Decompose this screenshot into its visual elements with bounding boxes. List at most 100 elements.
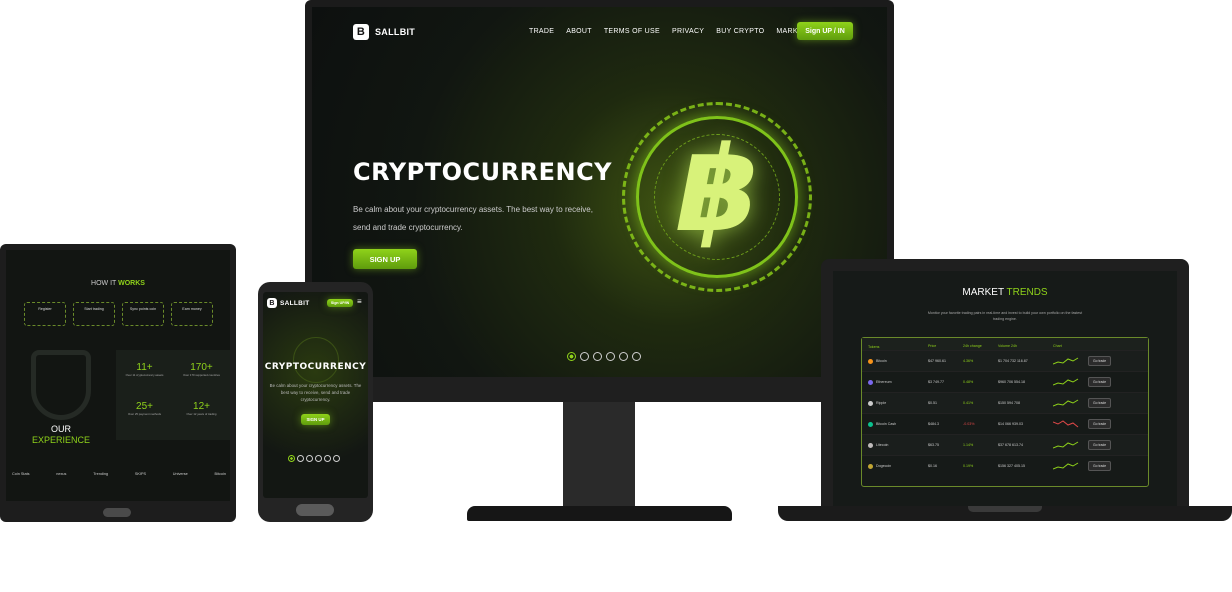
logo-mark-icon: B (353, 24, 369, 40)
nav-buy-crypto[interactable]: BUY CRYPTO (716, 28, 764, 35)
go-trade-button[interactable]: Go trade (1088, 440, 1112, 450)
title-part: MARKET (962, 287, 1007, 298)
token-cell: Bitcoin Cash (868, 421, 928, 427)
price-cell: $484.3 (928, 422, 939, 426)
stat-label: Over 11 cryptocurrency assets (125, 373, 164, 377)
nav-privacy[interactable]: PRIVACY (672, 28, 704, 35)
stats-grid: 11+ Over 11 cryptocurrency assets 170+ Ove… (116, 350, 230, 440)
stat-value: 12+ (193, 401, 210, 412)
phone-device: B SALLBIT Sign UP/IN ≡ CRYPTOCURRENCY Be… (258, 282, 373, 522)
carousel-dot[interactable] (619, 352, 628, 361)
partners-row: Coin Stats nexus Trending SKIPS Universe… (12, 472, 226, 476)
go-trade-button[interactable]: Go trade (1088, 377, 1112, 387)
go-trade-button[interactable]: Go trade (1088, 461, 1112, 471)
nav-trade[interactable]: TRADE (529, 28, 554, 35)
change-cell: 0.19% (963, 464, 974, 468)
experience-title: OUR EXPERIENCE (21, 424, 101, 446)
carousel-dot[interactable] (593, 352, 602, 361)
partner-logo: Bitcoin (214, 472, 226, 476)
carousel-dot[interactable] (606, 352, 615, 361)
sparkline-chart (1052, 356, 1088, 367)
sparkline-chart (1052, 398, 1088, 409)
nav-terms[interactable]: TERMS OF USE (604, 28, 660, 35)
market-trends-title: MARKET TRENDS (833, 287, 1177, 298)
logo[interactable]: B SALLBIT (353, 24, 415, 40)
phone-logo[interactable]: B SALLBIT (267, 298, 310, 308)
carousel-dot[interactable] (288, 455, 295, 462)
brand-name: SALLBIT (375, 27, 416, 37)
token-cell: Litecoin (868, 442, 928, 448)
volume-cell: $37 678 613.74 (998, 443, 1023, 447)
phone-signup-button[interactable]: Sign UP/IN (327, 299, 353, 307)
partner-logo: Coin Stats (12, 472, 30, 476)
table-row: Dogecoin $0.16 0.19% $156 327 405.15 Go … (862, 455, 1148, 476)
table-row: Bitcoin Cash $484.3 -0.03% $14 066 939.0… (862, 413, 1148, 434)
experience-line-1: OUR (51, 424, 71, 434)
token-cell: Ripple (868, 400, 928, 406)
stat-item: 11+ Over 11 cryptocurrency assets (116, 362, 173, 401)
laptop-device: MARKET TRENDS Monitor your favorite trad… (821, 259, 1189, 511)
stat-label: Over 12 years of trading (186, 412, 217, 416)
carousel-dots (567, 352, 641, 361)
table-row: Bitcoin $47 960.61 4.36% $1 704 732 116.… (862, 350, 1148, 371)
coin-icon (868, 463, 873, 469)
change-cell: 0.41% (963, 401, 974, 405)
phone-hero-title: CRYPTOCURRENCY (264, 362, 367, 372)
title-accent: TRENDS (1006, 287, 1048, 298)
go-trade-button[interactable]: Go trade (1088, 356, 1112, 366)
laptop-screen: MARKET TRENDS Monitor your favorite trad… (833, 271, 1177, 507)
hero-signup-button[interactable]: SIGN UP (353, 249, 417, 269)
market-subtitle: Monitor your favorite trading pairs in r… (927, 311, 1083, 321)
shield-icon (31, 350, 91, 420)
sparkline-chart (1052, 419, 1088, 430)
token-name: Bitcoin (876, 359, 887, 363)
brand-name: SALLBIT (280, 299, 310, 307)
phone-hero-signup-button[interactable]: SIGN UP (301, 414, 330, 425)
token-cell: Bitcoin (868, 358, 928, 364)
how-it-works-title: HOW IT WORKS (6, 280, 230, 287)
hero-text-line-1: Be calm about your cryptocurrency assets… (353, 205, 593, 214)
token-name: Dogecoin (876, 464, 892, 468)
table-row: Ripple $0.51 0.41% $150 594 708 Go trade (862, 392, 1148, 413)
tablet-home-button[interactable] (103, 508, 131, 517)
carousel-dot[interactable] (333, 455, 340, 462)
nav-about[interactable]: ABOUT (566, 28, 592, 35)
carousel-dot[interactable] (567, 352, 576, 361)
bitcoin-symbol-icon: ฿ (676, 120, 760, 258)
phone-home-button[interactable] (296, 504, 334, 516)
signup-button[interactable]: Sign UP / IN (797, 22, 853, 40)
volume-cell: $960 706 554.18 (998, 380, 1025, 384)
col-volume: Volume 24h (998, 344, 1017, 348)
carousel-dot[interactable] (324, 455, 331, 462)
tablet-screen: HOW IT WORKS Register Start trading Sync… (6, 250, 230, 501)
coin-icon (868, 400, 873, 406)
stat-label: Over 25 payment methods (128, 412, 161, 416)
menu-icon[interactable]: ≡ (357, 298, 362, 306)
go-trade-button[interactable]: Go trade (1088, 398, 1112, 408)
go-trade-button[interactable]: Go trade (1088, 419, 1112, 429)
price-cell: $3 749.77 (928, 380, 944, 384)
carousel-dot[interactable] (315, 455, 322, 462)
stat-value: 11+ (136, 362, 153, 373)
logo-mark-icon: B (267, 298, 277, 308)
carousel-dot[interactable] (580, 352, 589, 361)
phone-coin-ring (293, 337, 339, 383)
stat-item: 25+ Over 25 payment methods (116, 401, 173, 440)
main-nav: TRADE ABOUT TERMS OF USE PRIVACY BUY CRY… (529, 28, 812, 35)
phone-hero-text: Be calm about your cryptocurrency assets… (269, 383, 362, 402)
carousel-dot[interactable] (632, 352, 641, 361)
hero-title: CRYPTOCURRENCY (353, 158, 613, 186)
col-tokens: Tokens (868, 345, 880, 349)
monitor-chin (305, 377, 894, 402)
carousel-dot[interactable] (297, 455, 304, 462)
partner-logo: SKIPS (134, 472, 147, 476)
token-cell: Ethereum (868, 379, 928, 385)
sparkline-chart (1052, 440, 1088, 451)
stat-item: 12+ Over 12 years of trading (173, 401, 230, 440)
carousel-dot[interactable] (306, 455, 313, 462)
coin-icon (868, 358, 873, 364)
table-header: Tokens Price 24h change Volume 24h Chart (862, 338, 1148, 350)
stat-label: Over 170 supported countries (183, 373, 220, 377)
partner-logo: Universe (172, 472, 188, 476)
token-name: Litecoin (876, 443, 889, 447)
